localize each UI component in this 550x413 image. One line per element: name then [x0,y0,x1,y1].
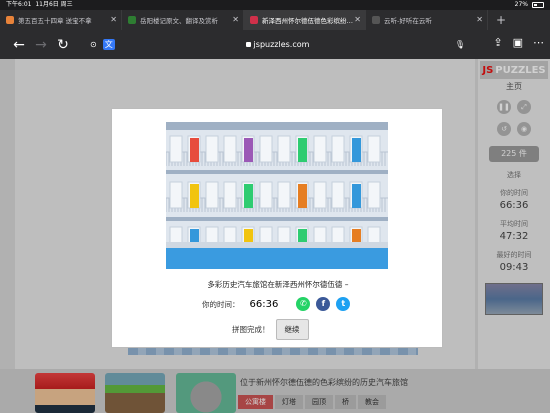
status-bar: 下午6:01 11月6日 周三 27% [0,0,550,10]
twitter-icon[interactable]: t [336,297,351,311]
tab-bar: 第五百五十四章 送宝不拿 ✕ 岳阳楼记原文、翻译及赏析 ✕ 新泽西州怀尔德伍德色… [0,10,550,30]
status-time: 下午6:01 [6,1,32,8]
done-row: 拼图完成！ 继续 [232,319,309,340]
whatsapp-icon[interactable]: ✆ [296,297,311,311]
reader-icon[interactable]: ⊙ [90,40,97,49]
puzzle-complete-text: 拼图完成！ [232,325,270,334]
tab-4[interactable]: 云听-好听在云听 ✕ [366,10,488,30]
tab-favicon-icon [372,16,380,24]
tab-3[interactable]: 新泽西州怀尔德伍德色彩缤纷的历史汽车旅馆 ✕ [244,10,366,30]
url-bar[interactable]: ⊙ 文 jspuzzles.com 🎙 [90,34,465,55]
tab-title: 第五百五十四章 送宝不拿 [18,17,92,25]
tab-2[interactable]: 岳阳楼记原文、翻译及赏析 ✕ [122,10,244,30]
close-icon[interactable]: ✕ [354,15,361,24]
share-icon[interactable]: ⇪ [493,36,502,49]
puzzle-photo [166,122,388,269]
url-text: jspuzzles.com [253,40,310,49]
dialog-time-value: 66:36 [249,298,279,310]
tab-title: 云听-好听在云听 [384,17,432,25]
dialog-time-label: 你的时间： [202,299,240,309]
battery-icon [532,2,544,8]
tabs-overview-icon[interactable]: ▣ [513,36,523,49]
lock-icon [245,42,251,47]
tab-title: 岳阳楼记原文、翻译及赏析 [140,17,218,25]
tab-favicon-icon [250,16,258,24]
status-date: 11月6日 周三 [35,1,73,8]
microphone-icon[interactable]: 🎙 [455,40,465,49]
continue-button[interactable]: 继续 [275,319,309,340]
forward-icon[interactable]: → [30,37,52,53]
close-icon[interactable]: ✕ [110,15,117,24]
browser-toolbar: ← → ↻ ⊙ 文 jspuzzles.com 🎙 ⇪ ▣ ⋯ [0,30,550,59]
completion-dialog: 多彩历史汽车旅馆在新泽西州怀尔德伍德 – 你的时间： 66:36 ✆ f t 拼… [111,108,443,348]
time-row: 你的时间： 66:36 ✆ f t [202,297,351,311]
tab-1[interactable]: 第五百五十四章 送宝不拿 ✕ [0,10,122,30]
more-icon[interactable]: ⋯ [533,36,544,49]
new-tab-icon[interactable]: + [496,13,506,27]
close-icon[interactable]: ✕ [476,15,483,24]
battery-percent: 27% [514,1,528,8]
tab-favicon-icon [6,16,14,24]
reload-icon[interactable]: ↻ [52,37,74,53]
close-icon[interactable]: ✕ [232,15,239,24]
tab-title: 新泽西州怀尔德伍德色彩缤纷的历史汽车旅馆 [262,17,354,25]
back-icon[interactable]: ← [8,37,30,53]
facebook-icon[interactable]: f [316,297,331,311]
tab-favicon-icon [128,16,136,24]
translate-icon[interactable]: 文 [102,39,115,50]
dialog-caption: 多彩历史汽车旅馆在新泽西州怀尔德伍德 – [207,280,349,289]
motel-illustration [166,122,388,269]
